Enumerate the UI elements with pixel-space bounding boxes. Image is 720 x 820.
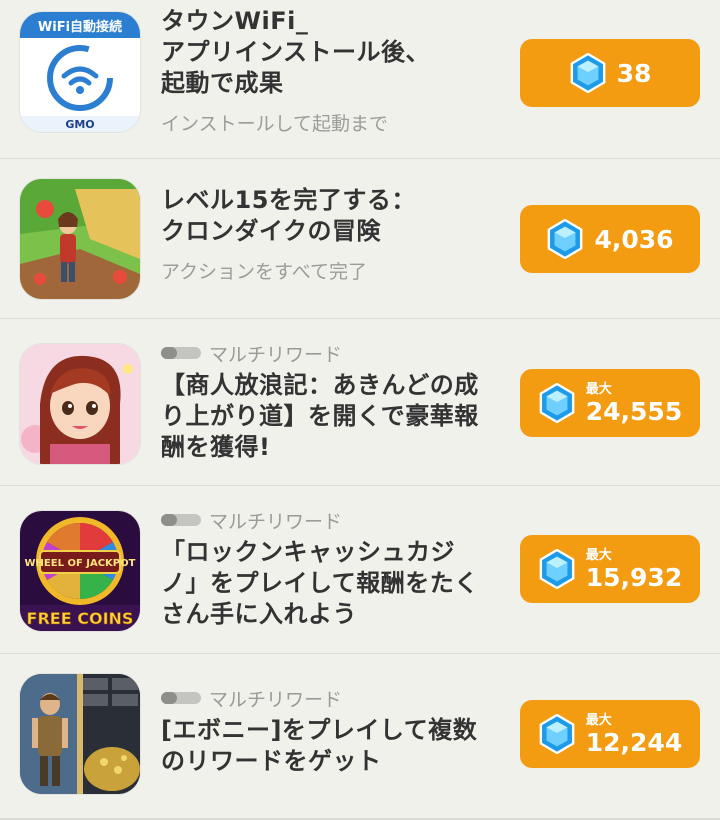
- jackpot-slots-icon[interactable]: WHEEL OF JACKPOT FREE COINS: [20, 511, 140, 631]
- gem-icon: [548, 219, 583, 259]
- multi-reward-text: マルチリワード: [209, 510, 343, 533]
- max-label: 最大: [585, 547, 612, 563]
- svg-text:WHEEL OF JACKPOT: WHEEL OF JACKPOT: [25, 558, 136, 569]
- klondike-farm-icon[interactable]: [20, 179, 140, 299]
- multi-reward-pill-icon: [161, 514, 201, 526]
- icon-brand: GMO: [65, 118, 94, 131]
- reward-button[interactable]: 最大 12,244: [520, 700, 700, 768]
- gem-icon: [539, 714, 575, 754]
- gem-icon: [539, 383, 575, 423]
- reward-amount: 15,932: [585, 562, 683, 592]
- wifi-app-icon[interactable]: WiFi自動接続 GMO: [20, 12, 140, 132]
- multi-reward-text: マルチリワード: [209, 688, 343, 711]
- icon-caption: WiFi自動接続: [38, 19, 122, 35]
- reward-amount: 24,555: [585, 396, 683, 426]
- multi-reward-pill-icon: [161, 347, 201, 359]
- offer-row[interactable]: WHEEL OF JACKPOT FREE COINS マルチリワード 「ロック…: [0, 486, 720, 654]
- offer-row[interactable]: WiFi自動接続 GMO タウンWiFi_ アプリインストール後、 起動で成果 …: [0, 0, 720, 159]
- multi-reward-text: マルチリワード: [209, 343, 343, 366]
- gem-icon: [539, 549, 575, 589]
- reward-button[interactable]: 最大 24,555: [520, 369, 700, 437]
- icon-caption: FREE COINS: [27, 609, 134, 628]
- offer-title: レベル15を完了する： クロンダイクの冒険: [161, 186, 416, 245]
- merchant-girl-icon[interactable]: [20, 344, 140, 464]
- offer-subtitle: インストールして起動まで: [161, 113, 389, 135]
- reward-button[interactable]: 38: [520, 39, 700, 107]
- multi-reward-pill-icon: [161, 692, 201, 704]
- offer-info: タウンWiFi_ アプリインストール後、 起動で成果 インストールして起動まで: [161, 6, 506, 136]
- multi-reward-label: マルチリワード: [161, 509, 506, 533]
- multi-reward-label: マルチリワード: [161, 342, 506, 366]
- reward-amount: 4,036: [594, 224, 674, 254]
- offer-info: マルチリワード [エボニー]をプレイして複数 のリワードをゲット: [161, 687, 506, 777]
- max-label: 最大: [585, 381, 612, 397]
- offer-title: タウンWiFi_ アプリインストール後、 起動で成果: [161, 7, 431, 97]
- offer-subtitle: アクションをすべて完了: [161, 261, 367, 283]
- offer-row[interactable]: マルチリワード 【商人放浪記：あきんどの成 り上がり道】を開くで豪華報 酬を獲得…: [0, 319, 720, 486]
- offer-row[interactable]: レベル15を完了する： クロンダイクの冒険 アクションをすべて完了 4,036: [0, 159, 720, 319]
- max-label: 最大: [585, 712, 612, 728]
- offer-info: マルチリワード 【商人放浪記：あきんどの成 り上がり道】を開くで豪華報 酬を獲得…: [161, 342, 506, 463]
- reward-button[interactable]: 最大 15,932: [520, 535, 700, 603]
- offer-info: マルチリワード 「ロックンキャッシュカジ ノ」をプレイして報酬をたく さん手に入…: [161, 509, 506, 630]
- ebony-warrior-icon[interactable]: [20, 674, 140, 794]
- reward-amount: 38: [616, 58, 652, 88]
- offer-row[interactable]: マルチリワード [エボニー]をプレイして複数 のリワードをゲット 最大 12,2…: [0, 654, 720, 820]
- offer-title: 【商人放浪記：あきんどの成 り上がり道】を開くで豪華報 酬を獲得!: [161, 371, 479, 461]
- gem-icon: [570, 53, 605, 93]
- offer-title: [エボニー]をプレイして複数 のリワードをゲット: [161, 716, 478, 775]
- offer-info: レベル15を完了する： クロンダイクの冒険 アクションをすべて完了: [161, 185, 506, 284]
- multi-reward-label: マルチリワード: [161, 687, 506, 711]
- reward-amount: 12,244: [585, 727, 683, 757]
- reward-offer-list: WiFi自動接続 GMO タウンWiFi_ アプリインストール後、 起動で成果 …: [0, 0, 720, 820]
- offer-title: 「ロックンキャッシュカジ ノ」をプレイして報酬をたく さん手に入れよう: [161, 538, 479, 628]
- reward-button[interactable]: 4,036: [520, 205, 700, 273]
